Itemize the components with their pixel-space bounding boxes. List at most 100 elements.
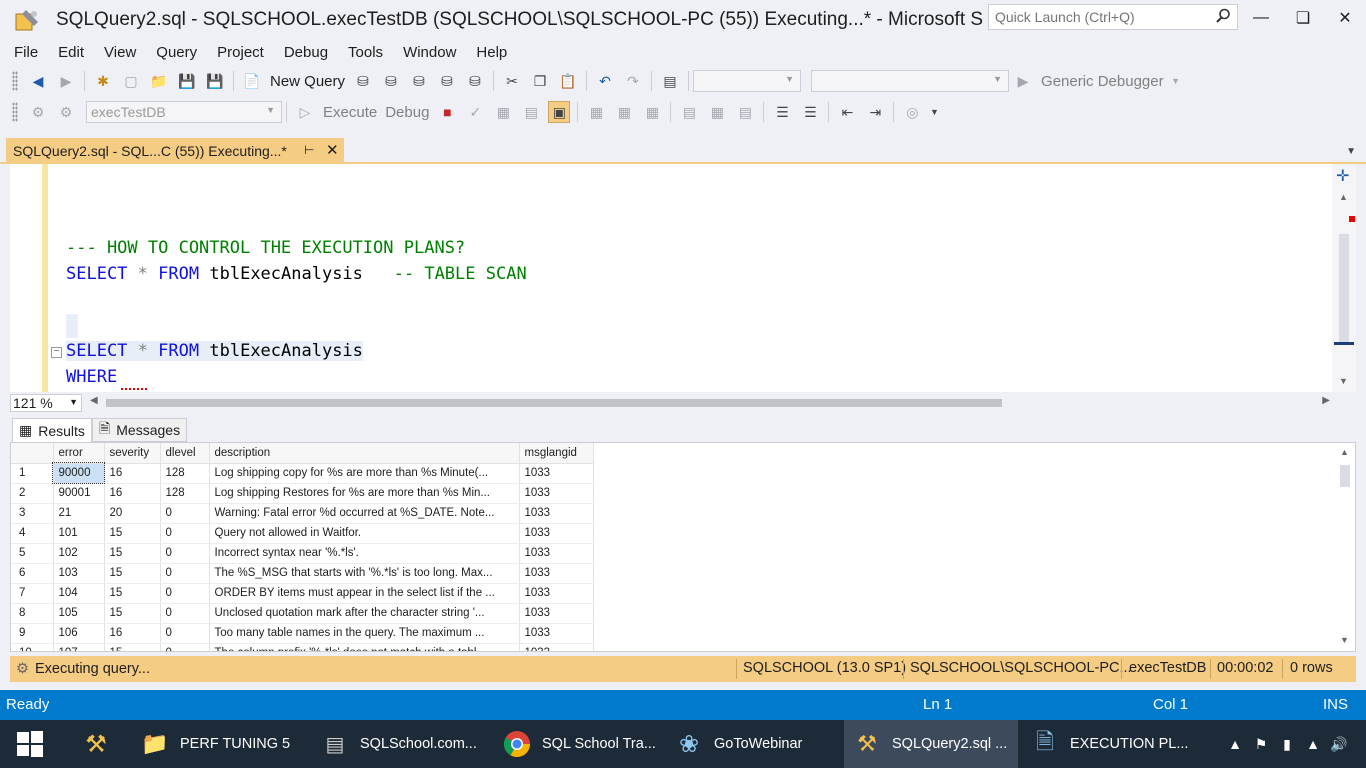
scroll-down-icon[interactable]: ▼	[1340, 635, 1349, 645]
menu-tools[interactable]: Tools	[338, 44, 393, 61]
row-number[interactable]: 1	[11, 463, 54, 484]
client-statistics-icon[interactable]: ▦	[641, 101, 663, 123]
cell-error[interactable]: 107	[53, 643, 105, 651]
cell-msglangid[interactable]: 1033	[519, 483, 594, 504]
cell-dlevel[interactable]: 0	[160, 643, 210, 651]
debug-button[interactable]: Debug	[385, 104, 429, 121]
row-number[interactable]: 6	[11, 563, 54, 584]
scroll-thumb[interactable]	[1339, 234, 1349, 344]
cell-severity[interactable]: 16	[104, 463, 161, 484]
results-grid[interactable]: error severity dlevel description msglan…	[10, 442, 1356, 652]
estimated-plan-icon[interactable]: ▦	[492, 101, 514, 123]
table-row[interactable]: 4 101 15 0 Query not allowed in Waitfor.…	[11, 523, 594, 544]
cell-severity[interactable]: 15	[104, 643, 161, 651]
horizontal-scroll-thumb[interactable]	[106, 399, 1002, 407]
scroll-thumb[interactable]	[1340, 465, 1350, 487]
taskbar-item-sqlschool[interactable]: ▤ SQLSchool.com...	[312, 720, 492, 768]
row-number-header[interactable]	[11, 443, 54, 464]
start-button[interactable]	[0, 720, 60, 768]
cell-error[interactable]: 103	[53, 563, 105, 584]
open-file-icon[interactable]: 📁	[148, 70, 170, 92]
power-icon[interactable]: ▮	[1274, 736, 1300, 753]
cell-dlevel[interactable]: 0	[160, 583, 210, 604]
scroll-right-icon[interactable]: ▶	[1322, 395, 1330, 406]
cell-severity[interactable]: 15	[104, 543, 161, 564]
cell-error[interactable]: 105	[53, 603, 105, 624]
copy-icon[interactable]: ❐	[529, 70, 551, 92]
cell-error[interactable]: 90001	[53, 483, 105, 504]
new-query-icon[interactable]: 📄	[241, 70, 263, 92]
toolbar-grip[interactable]	[12, 102, 18, 122]
code-line-select-1[interactable]: SELECT * FROM tblExecAnalysis -- TABLE S…	[66, 264, 527, 284]
parse-icon[interactable]: ✓	[464, 101, 486, 123]
table-row[interactable]: 1 90000 16 128 Log shipping copy for %s …	[11, 462, 594, 484]
table-row[interactable]: 3 21 20 0 Warning: Fatal error %d occurr…	[11, 503, 594, 524]
cancel-query-icon[interactable]: ■	[436, 101, 458, 123]
dax-query-icon[interactable]: ⛁	[464, 70, 486, 92]
menu-view[interactable]: View	[94, 44, 146, 61]
cell-severity[interactable]: 15	[104, 603, 161, 624]
cell-msglangid[interactable]: 1033	[519, 543, 594, 564]
connect-icon[interactable]: ⚙	[27, 101, 49, 123]
cell-description[interactable]: Log shipping copy for %s are more than %…	[209, 463, 520, 484]
table-row[interactable]: 7 104 15 0 ORDER BY items must appear in…	[11, 583, 594, 604]
table-row[interactable]: 5 102 15 0 Incorrect syntax near '%.*ls'…	[11, 543, 594, 564]
cell-description[interactable]: Log shipping Restores for %s are more th…	[209, 483, 520, 504]
scroll-up-icon[interactable]: ▲	[1339, 192, 1348, 202]
query-options-icon[interactable]: ▤	[520, 101, 542, 123]
save-all-icon[interactable]: 💾	[204, 70, 226, 92]
results-to-file-icon[interactable]: ▤	[734, 101, 756, 123]
editor-vertical-scrollbar[interactable]: ✛ ▲ ▼	[1332, 164, 1356, 392]
cell-dlevel[interactable]: 0	[160, 503, 210, 524]
tab-messages[interactable]: 🗎 Messages	[92, 418, 188, 442]
xmla-query-icon[interactable]: ⛁	[436, 70, 458, 92]
menu-query[interactable]: Query	[146, 44, 207, 61]
cell-dlevel[interactable]: 0	[160, 563, 210, 584]
cell-msglangid[interactable]: 1033	[519, 603, 594, 624]
zoom-dropdown[interactable]: 121 % ▼	[10, 394, 82, 412]
cell-description[interactable]: Too many table names in the query. The m…	[209, 623, 520, 644]
row-number[interactable]: 2	[11, 483, 54, 504]
restore-button[interactable]: ❏	[1282, 0, 1324, 36]
network-icon[interactable]: ▲	[1300, 736, 1326, 752]
quick-launch-input[interactable]	[989, 5, 1199, 29]
close-tab-icon[interactable]: ✕	[326, 141, 339, 159]
save-icon[interactable]: 💾	[176, 70, 198, 92]
cell-dlevel[interactable]: 128	[160, 463, 210, 484]
cell-description[interactable]: Warning: Fatal error %d occurred at %S_D…	[209, 503, 520, 524]
table-row[interactable]: 9 106 16 0 Too many table names in the q…	[11, 623, 594, 644]
menu-edit[interactable]: Edit	[48, 44, 94, 61]
scroll-up-icon[interactable]: ▲	[1340, 447, 1349, 457]
results-to-grid-icon[interactable]: ▣	[548, 101, 571, 123]
cell-msglangid[interactable]: 1033	[519, 623, 594, 644]
cell-error[interactable]: 104	[53, 583, 105, 604]
row-number[interactable]: 4	[11, 523, 54, 544]
cell-dlevel[interactable]: 0	[160, 543, 210, 564]
taskbar-item-ssms[interactable]: ⚒ SQLQuery2.sql ...	[844, 720, 1018, 768]
volume-icon[interactable]: 🔊	[1326, 736, 1352, 753]
scroll-down-icon[interactable]: ▼	[1339, 376, 1348, 386]
uncomment-icon[interactable]: ☰	[799, 101, 821, 123]
results-to-text-icon[interactable]: ▤	[678, 101, 700, 123]
cell-severity[interactable]: 15	[104, 583, 161, 604]
cell-msglangid[interactable]: 1033	[519, 563, 594, 584]
cell-msglangid[interactable]: 1033	[519, 523, 594, 544]
scroll-left-icon[interactable]: ◀	[90, 395, 98, 406]
cell-msglangid[interactable]: 1033	[519, 643, 594, 651]
database-engine-query-icon[interactable]: ⛁	[352, 70, 374, 92]
solution-config-dropdown[interactable]: ▼	[693, 70, 802, 92]
minimize-button[interactable]: —	[1240, 0, 1282, 36]
solution-platform-dropdown[interactable]: ▼	[811, 70, 1010, 92]
cell-dlevel[interactable]: 0	[160, 623, 210, 644]
chevron-down-icon[interactable]: ▼	[1171, 70, 1181, 92]
cell-description[interactable]: Incorrect syntax near '%.*ls'.	[209, 543, 520, 564]
cut-icon[interactable]: ✂	[501, 70, 523, 92]
cell-error[interactable]: 101	[53, 523, 105, 544]
cell-msglangid[interactable]: 1033	[519, 583, 594, 604]
results-vertical-scrollbar[interactable]: ▲ ▼	[1335, 443, 1355, 651]
cell-msglangid[interactable]: 1033	[519, 503, 594, 524]
search-icon[interactable]	[1215, 8, 1231, 27]
outline-collapse-icon[interactable]: −	[51, 347, 62, 358]
row-number[interactable]: 5	[11, 543, 54, 564]
cell-description[interactable]: Query not allowed in Waitfor.	[209, 523, 520, 544]
